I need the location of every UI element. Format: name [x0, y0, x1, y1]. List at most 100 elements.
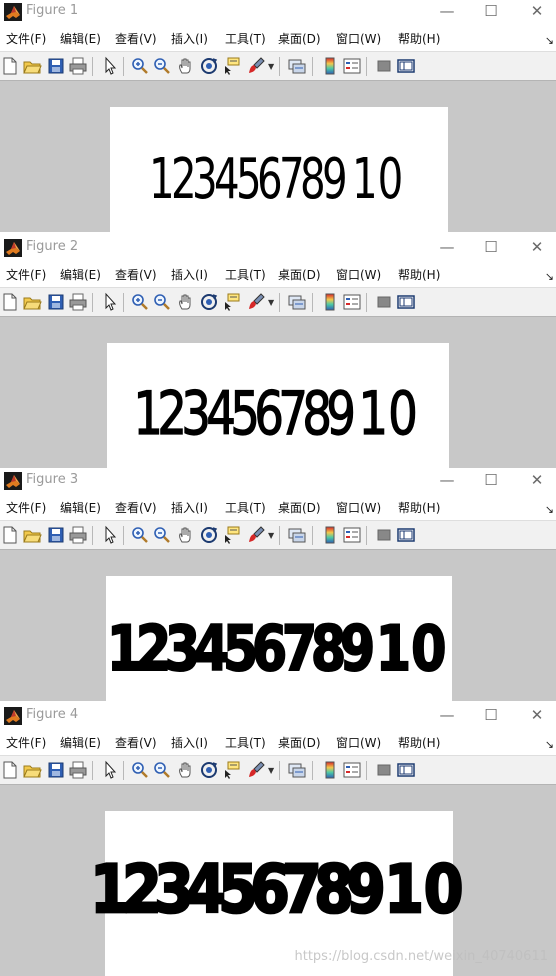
menu-item[interactable]: 窗口(W): [336, 499, 381, 516]
show-plot-tools-icon[interactable]: [396, 292, 416, 312]
hide-plot-tools-icon[interactable]: [374, 56, 394, 76]
minimize-button[interactable]: —: [432, 1, 462, 21]
menu-item[interactable]: 编辑(E): [60, 266, 101, 283]
title-bar[interactable]: Figure 2 — ☐ ✕: [0, 236, 556, 260]
menu-item[interactable]: 帮助(H): [398, 30, 440, 47]
legend-icon[interactable]: [342, 292, 362, 312]
title-bar[interactable]: Figure 3 — ☐ ✕: [0, 469, 556, 493]
menu-item[interactable]: 工具(T): [225, 734, 266, 751]
minimize-button[interactable]: —: [432, 705, 462, 725]
minimize-button[interactable]: —: [432, 237, 462, 257]
zoom-out-icon[interactable]: [152, 292, 172, 312]
colorbar-icon[interactable]: [320, 525, 340, 545]
edit-pointer-icon[interactable]: [100, 292, 120, 312]
open-icon[interactable]: [22, 760, 42, 780]
menu-item[interactable]: 工具(T): [225, 499, 266, 516]
menu-item[interactable]: 工具(T): [225, 30, 266, 47]
menu-item[interactable]: 编辑(E): [60, 30, 101, 47]
print-icon[interactable]: [68, 760, 88, 780]
menu-item[interactable]: 插入(I): [171, 734, 208, 751]
maximize-button[interactable]: ☐: [476, 237, 506, 257]
print-icon[interactable]: [68, 292, 88, 312]
edit-pointer-icon[interactable]: [100, 525, 120, 545]
menu-item[interactable]: 查看(V): [115, 30, 157, 47]
close-button[interactable]: ✕: [522, 705, 552, 725]
brush-icon[interactable]: [246, 56, 266, 76]
brush-dropdown-icon[interactable]: ▼: [268, 766, 274, 775]
brush-dropdown-icon[interactable]: ▼: [268, 62, 274, 71]
save-icon[interactable]: [46, 56, 66, 76]
brush-icon[interactable]: [246, 292, 266, 312]
title-bar[interactable]: Figure 4 — ☐ ✕: [0, 704, 556, 728]
zoom-in-icon[interactable]: [130, 292, 150, 312]
menu-item[interactable]: 窗口(W): [336, 734, 381, 751]
close-button[interactable]: ✕: [522, 237, 552, 257]
brush-icon[interactable]: [246, 525, 266, 545]
edit-pointer-icon[interactable]: [100, 56, 120, 76]
hide-plot-tools-icon[interactable]: [374, 292, 394, 312]
zoom-out-icon[interactable]: [152, 56, 172, 76]
brush-icon[interactable]: [246, 760, 266, 780]
save-icon[interactable]: [46, 525, 66, 545]
menu-item[interactable]: 窗口(W): [336, 30, 381, 47]
menu-item[interactable]: 插入(I): [171, 30, 208, 47]
menu-item[interactable]: 工具(T): [225, 266, 266, 283]
menu-overflow-icon[interactable]: ↘: [545, 34, 554, 47]
show-plot-tools-icon[interactable]: [396, 56, 416, 76]
menu-item[interactable]: 桌面(D): [278, 30, 321, 47]
print-icon[interactable]: [68, 56, 88, 76]
menu-item[interactable]: 文件(F): [6, 30, 46, 47]
close-button[interactable]: ✕: [522, 1, 552, 21]
legend-icon[interactable]: [342, 525, 362, 545]
pan-icon[interactable]: [176, 525, 196, 545]
pan-icon[interactable]: [176, 56, 196, 76]
link-plot-icon[interactable]: [287, 292, 307, 312]
brush-dropdown-icon[interactable]: ▼: [268, 531, 274, 540]
legend-icon[interactable]: [342, 760, 362, 780]
link-plot-icon[interactable]: [287, 525, 307, 545]
new-figure-icon[interactable]: [0, 760, 20, 780]
menu-item[interactable]: 文件(F): [6, 734, 46, 751]
maximize-button[interactable]: ☐: [476, 1, 506, 21]
pan-icon[interactable]: [176, 760, 196, 780]
link-plot-icon[interactable]: [287, 56, 307, 76]
rotate-3d-icon[interactable]: [199, 292, 219, 312]
menu-item[interactable]: 查看(V): [115, 734, 157, 751]
menu-item[interactable]: 查看(V): [115, 266, 157, 283]
menu-item[interactable]: 编辑(E): [60, 734, 101, 751]
new-figure-icon[interactable]: [0, 525, 20, 545]
open-icon[interactable]: [22, 56, 42, 76]
hide-plot-tools-icon[interactable]: [374, 525, 394, 545]
menu-overflow-icon[interactable]: ↘: [545, 503, 554, 516]
menu-item[interactable]: 桌面(D): [278, 499, 321, 516]
menu-item[interactable]: 文件(F): [6, 266, 46, 283]
rotate-3d-icon[interactable]: [199, 760, 219, 780]
menu-item[interactable]: 窗口(W): [336, 266, 381, 283]
new-figure-icon[interactable]: [0, 292, 20, 312]
legend-icon[interactable]: [342, 56, 362, 76]
colorbar-icon[interactable]: [320, 56, 340, 76]
menu-overflow-icon[interactable]: ↘: [545, 738, 554, 751]
minimize-button[interactable]: —: [432, 470, 462, 490]
menu-item[interactable]: 桌面(D): [278, 266, 321, 283]
save-icon[interactable]: [46, 292, 66, 312]
data-cursor-icon[interactable]: [222, 56, 242, 76]
colorbar-icon[interactable]: [320, 292, 340, 312]
menu-item[interactable]: 帮助(H): [398, 499, 440, 516]
zoom-in-icon[interactable]: [130, 56, 150, 76]
open-icon[interactable]: [22, 525, 42, 545]
link-plot-icon[interactable]: [287, 760, 307, 780]
save-icon[interactable]: [46, 760, 66, 780]
data-cursor-icon[interactable]: [222, 292, 242, 312]
menu-item[interactable]: 桌面(D): [278, 734, 321, 751]
colorbar-icon[interactable]: [320, 760, 340, 780]
pan-icon[interactable]: [176, 292, 196, 312]
menu-item[interactable]: 插入(I): [171, 266, 208, 283]
menu-item[interactable]: 帮助(H): [398, 734, 440, 751]
zoom-out-icon[interactable]: [152, 760, 172, 780]
menu-overflow-icon[interactable]: ↘: [545, 270, 554, 283]
close-button[interactable]: ✕: [522, 470, 552, 490]
maximize-button[interactable]: ☐: [476, 705, 506, 725]
brush-dropdown-icon[interactable]: ▼: [268, 298, 274, 307]
data-cursor-icon[interactable]: [222, 760, 242, 780]
